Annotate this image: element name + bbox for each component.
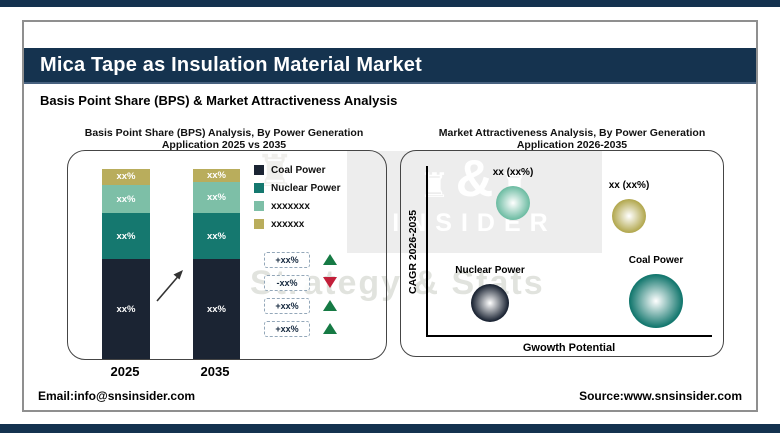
footer-email: Email:info@snsinsider.com	[38, 389, 196, 403]
bar-segment: xx%	[193, 169, 240, 182]
legend-item: Nuclear Power	[254, 182, 341, 194]
stacked-bar-2025: xx% xx% xx% xx%	[102, 169, 150, 359]
change-badge-row: +xx%	[264, 251, 337, 268]
bubble-label: Nuclear Power	[455, 265, 525, 276]
legend-item: xxxxxx	[254, 218, 340, 230]
legend-label: xxxxxxx	[271, 200, 310, 212]
bar-category-label-2035: 2035	[200, 364, 230, 379]
change-badge-row: +xx%	[264, 320, 337, 337]
report-card: ♜ ♜ & ♜ INSIDER Strategy & Stats Mica Ta…	[22, 20, 758, 412]
bar-segment: xx%	[193, 213, 240, 260]
bar-segment: xx%	[102, 184, 150, 214]
bar-segment: xx%	[102, 259, 150, 359]
down-triangle-icon	[323, 277, 337, 288]
change-badge: +xx%	[264, 297, 310, 314]
bubble-nuclear-power	[471, 284, 509, 322]
legend-swatch	[254, 201, 264, 211]
bar-segment: xx%	[102, 213, 150, 260]
trend-arrow-icon	[156, 270, 183, 302]
legend-label: xxxxxx	[271, 218, 305, 230]
bubble-coal-power	[629, 274, 683, 328]
bubble-label: xx (xx%)	[608, 180, 650, 191]
bubble-xx-xx-	[496, 186, 530, 220]
legend-item: xxxxxxx	[254, 200, 340, 212]
bubble-label: Coal Power	[628, 255, 684, 266]
bubble-xx-xx-	[612, 199, 646, 233]
legend-swatch	[254, 183, 264, 193]
change-badge: +xx%	[264, 251, 310, 268]
top-border-strip	[0, 0, 780, 7]
bps-chart-title: Basis Point Share (BPS) Analysis, By Pow…	[84, 127, 364, 151]
bar-segment: xx%	[102, 169, 150, 185]
x-axis-line	[426, 335, 712, 337]
legend-label: Coal Power	[271, 164, 326, 176]
title-band: Mica Tape as Insulation Material Market	[24, 48, 756, 84]
change-badge-row: -xx%	[264, 274, 337, 291]
infographic-root: ♜ ♜ & ♜ INSIDER Strategy & Stats Mica Ta…	[0, 0, 780, 433]
bar-segment: xx%	[193, 181, 240, 214]
stacked-bar-2035: xx% xx% xx% xx%	[193, 169, 240, 359]
attractiveness-chart-panel: CAGR 2026-2035 xx (xx%) xx (xx%) Nuclear P…	[400, 150, 724, 357]
attractiveness-chart-title: Market Attractiveness Analysis, By Power…	[438, 127, 706, 151]
y-axis-label: CAGR 2026-2035	[407, 209, 419, 295]
change-badge: -xx%	[264, 274, 310, 291]
bar-segment: xx%	[193, 259, 240, 359]
bps-legend: Coal Power Nuclear Power xxxxxxx xxxxxx	[254, 165, 340, 237]
up-triangle-icon	[323, 254, 337, 265]
legend-item: Coal Power	[254, 164, 340, 176]
page-title: Mica Tape as Insulation Material Market	[40, 54, 422, 76]
up-triangle-icon	[323, 323, 337, 334]
bps-change-badges: +xx% -xx% +xx% +xx%	[264, 251, 337, 344]
change-badge: +xx%	[264, 320, 310, 337]
bubble-label: xx (xx%)	[492, 167, 534, 178]
legend-swatch	[254, 219, 264, 229]
page-subtitle: Basis Point Share (BPS) & Market Attract…	[40, 93, 398, 108]
y-axis-line	[426, 166, 428, 337]
bps-chart-panel: xx% xx% xx% xx% xx% xx% xx% xx% Coal Power Nucl…	[67, 150, 387, 360]
up-triangle-icon	[323, 300, 337, 311]
change-badge-row: +xx%	[264, 297, 337, 314]
bottom-border-strip	[0, 424, 780, 433]
legend-label: Nuclear Power	[271, 182, 341, 194]
footer-source: Source:www.snsinsider.com	[579, 389, 742, 403]
legend-swatch	[254, 165, 264, 175]
x-axis-label: Gwowth Potential	[522, 342, 616, 354]
bar-category-label-2025: 2025	[110, 364, 140, 379]
